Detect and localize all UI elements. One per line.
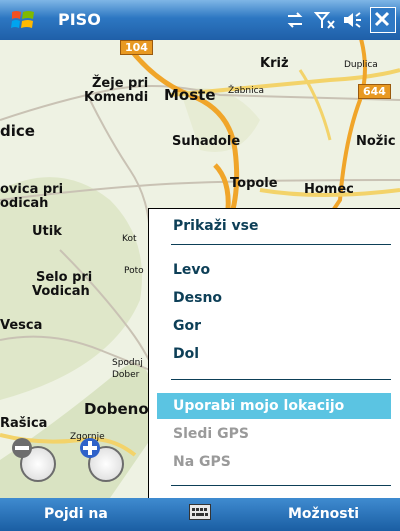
softkey-left[interactable]: Pojdi na xyxy=(44,506,108,522)
place-label: Dober xyxy=(112,370,140,380)
place-label: Selo pri xyxy=(36,270,93,285)
road-shield: 644 xyxy=(358,84,391,99)
menu-item-down[interactable]: Dol xyxy=(149,341,399,367)
place-label: Kot xyxy=(122,234,137,244)
windows-start-icon[interactable] xyxy=(10,8,36,32)
zoom-out-icon xyxy=(12,438,32,458)
place-label: Komendi xyxy=(84,90,149,105)
context-menu: Prikaži vse Levo Desno Gor Dol Uporabi m… xyxy=(148,208,400,498)
place-label: Rašica xyxy=(0,416,48,431)
softkey-bar: Pojdi na Možnosti xyxy=(0,498,400,531)
place-label: Topole xyxy=(230,176,278,191)
keyboard-icon[interactable] xyxy=(189,504,211,520)
menu-item-use-my-location[interactable]: Uporabi mojo lokacijo xyxy=(157,393,391,419)
close-button[interactable] xyxy=(370,7,396,33)
menu-item-right[interactable]: Desno xyxy=(149,285,399,311)
road-shield-top: 104 xyxy=(120,40,153,55)
title-bar: PISO xyxy=(0,0,400,40)
place-label: dice xyxy=(0,122,35,140)
menu-separator xyxy=(171,244,391,245)
screen: PISO 104 644 Žeje pri Komendi Moste Žabn… xyxy=(0,0,400,531)
zoom-out-button[interactable] xyxy=(12,438,56,482)
place-label: Nožic xyxy=(356,134,396,149)
sync-icon[interactable] xyxy=(284,9,306,31)
place-label: Homec xyxy=(304,182,354,197)
menu-item-up[interactable]: Gor xyxy=(149,313,399,339)
place-label: Vodicah xyxy=(32,284,90,299)
softkey-right[interactable]: Možnosti xyxy=(288,506,359,522)
app-title: PISO xyxy=(58,10,101,29)
place-label: ovica pri xyxy=(0,182,64,197)
place-label: odicah xyxy=(0,196,49,211)
zoom-in-icon xyxy=(80,438,100,458)
keyboard-keys xyxy=(192,508,208,516)
place-label: Suhadole xyxy=(172,134,241,149)
place-label: Vesca xyxy=(0,318,43,333)
place-label: Moste xyxy=(164,86,216,104)
zoom-in-button[interactable] xyxy=(80,438,124,482)
menu-item-follow-gps: Sledi GPS xyxy=(173,426,249,442)
menu-item-to-gps: Na GPS xyxy=(173,454,231,470)
place-label: Žeje pri xyxy=(92,76,149,91)
menu-item-show-all[interactable]: Prikaži vse xyxy=(149,213,399,239)
place-label: Kriż xyxy=(260,56,289,71)
place-label: Duplica xyxy=(344,60,378,70)
place-label: Žabnica xyxy=(228,86,265,96)
signal-icon[interactable] xyxy=(314,9,336,31)
place-label: Poto xyxy=(124,266,144,276)
menu-separator xyxy=(171,485,391,486)
speaker-icon[interactable] xyxy=(341,9,363,31)
menu-separator xyxy=(171,379,391,380)
place-label: Dobeno xyxy=(84,400,149,418)
close-icon xyxy=(374,11,390,27)
menu-item-left[interactable]: Levo xyxy=(149,257,399,283)
place-label: Utik xyxy=(32,224,62,239)
